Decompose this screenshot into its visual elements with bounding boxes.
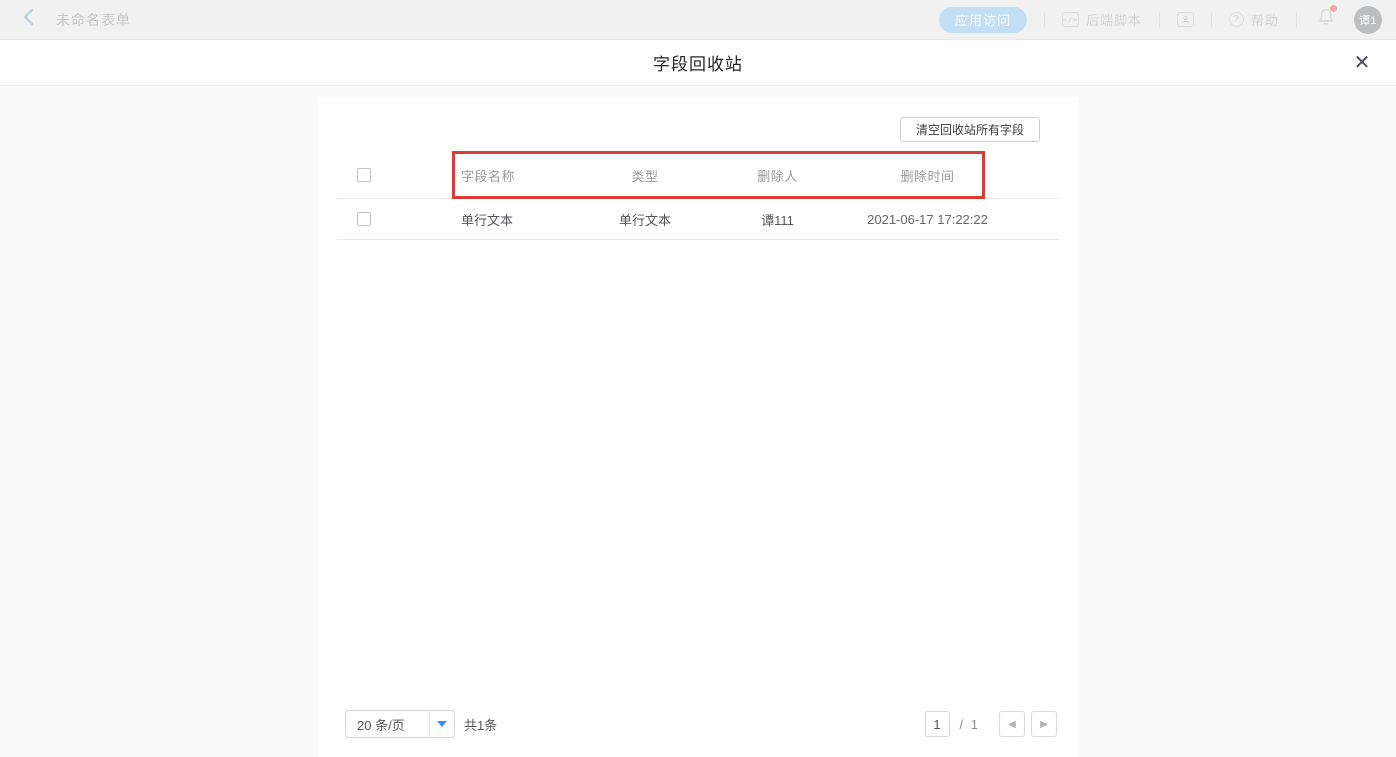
current-page-input[interactable]: 1	[925, 711, 950, 737]
form-title: 未命名表单	[56, 10, 131, 30]
notification-badge-dot	[1330, 5, 1337, 12]
divider	[1211, 13, 1212, 27]
total-count-label: 共1条	[464, 715, 497, 734]
fields-table: 字段名称 类型 删除人 删除时间 单行文本 单行文本 谭111 2021-06-…	[337, 152, 1059, 240]
row-checkbox[interactable]	[357, 212, 371, 226]
bell-icon	[1318, 13, 1334, 30]
cell-deleted-by: 谭111	[710, 210, 845, 229]
close-icon[interactable]: ✕	[1348, 49, 1376, 77]
page-of-label: / 1	[960, 717, 980, 732]
notifications-button[interactable]	[1318, 8, 1334, 31]
pagination-bar: 20 条/页 共1条 1 / 1 ◀ ▶	[345, 710, 1057, 738]
table-header-row: 字段名称 类型 删除人 删除时间	[337, 152, 1059, 199]
header-deleted-at: 删除时间	[845, 166, 1010, 185]
dialog-header: 字段回收站 ✕	[0, 40, 1396, 86]
divider	[1296, 13, 1297, 27]
dialog-body: 清空回收站所有字段 字段名称 类型 删除人 删除时间 单行文本 单行	[0, 86, 1396, 757]
select-all-checkbox[interactable]	[357, 168, 371, 182]
pagination-left: 20 条/页 共1条	[345, 710, 497, 738]
pagination-right: 1 / 1 ◀ ▶	[925, 711, 1057, 737]
backend-script-button[interactable]: </> 后端脚本	[1062, 10, 1142, 29]
page-size-select[interactable]: 20 条/页	[345, 710, 455, 738]
divider	[1044, 13, 1045, 27]
header-field-name: 字段名称	[452, 166, 580, 185]
header-type: 类型	[580, 166, 710, 185]
cell-field-name: 单行文本	[452, 210, 580, 229]
topbar: 未命名表单 应用访问 </> 后端脚本 ? 帮助	[0, 0, 1396, 40]
header-checkbox-cell	[337, 168, 452, 182]
recycle-bin-panel: 清空回收站所有字段 字段名称 类型 删除人 删除时间 单行文本 单行	[318, 97, 1078, 757]
select-caret-box	[429, 711, 454, 737]
triangle-right-icon: ▶	[1040, 719, 1048, 730]
code-icon: </>	[1062, 12, 1079, 27]
divider	[1159, 13, 1160, 27]
header-deleted-by: 删除人	[710, 166, 845, 185]
id-card-button[interactable]	[1177, 12, 1194, 27]
clear-recycle-bin-button[interactable]: 清空回收站所有字段	[900, 117, 1040, 142]
cell-type: 单行文本	[580, 210, 710, 229]
page-size-value: 20 条/页	[346, 715, 429, 734]
cell-deleted-at: 2021-06-17 17:22:22	[845, 212, 1010, 227]
next-page-button[interactable]: ▶	[1031, 711, 1057, 737]
id-card-icon	[1177, 12, 1194, 27]
dialog-title: 字段回收站	[653, 50, 743, 75]
prev-page-button[interactable]: ◀	[999, 711, 1025, 737]
question-icon: ?	[1229, 12, 1244, 27]
row-checkbox-cell	[337, 212, 452, 226]
help-button[interactable]: ? 帮助	[1229, 10, 1279, 29]
avatar[interactable]: 谭1	[1354, 6, 1382, 34]
back-button[interactable]	[16, 8, 40, 32]
topbar-actions: 应用访问 </> 后端脚本 ? 帮助	[939, 6, 1382, 34]
app-access-button[interactable]: 应用访问	[939, 7, 1027, 33]
triangle-left-icon: ◀	[1008, 719, 1016, 730]
app-window: 未命名表单 应用访问 </> 后端脚本 ? 帮助	[0, 0, 1396, 757]
chevron-left-icon	[22, 8, 35, 31]
table-row: 单行文本 单行文本 谭111 2021-06-17 17:22:22	[337, 199, 1059, 240]
chevron-down-icon	[437, 721, 447, 727]
help-label: 帮助	[1251, 10, 1279, 29]
backend-script-label: 后端脚本	[1086, 10, 1142, 29]
